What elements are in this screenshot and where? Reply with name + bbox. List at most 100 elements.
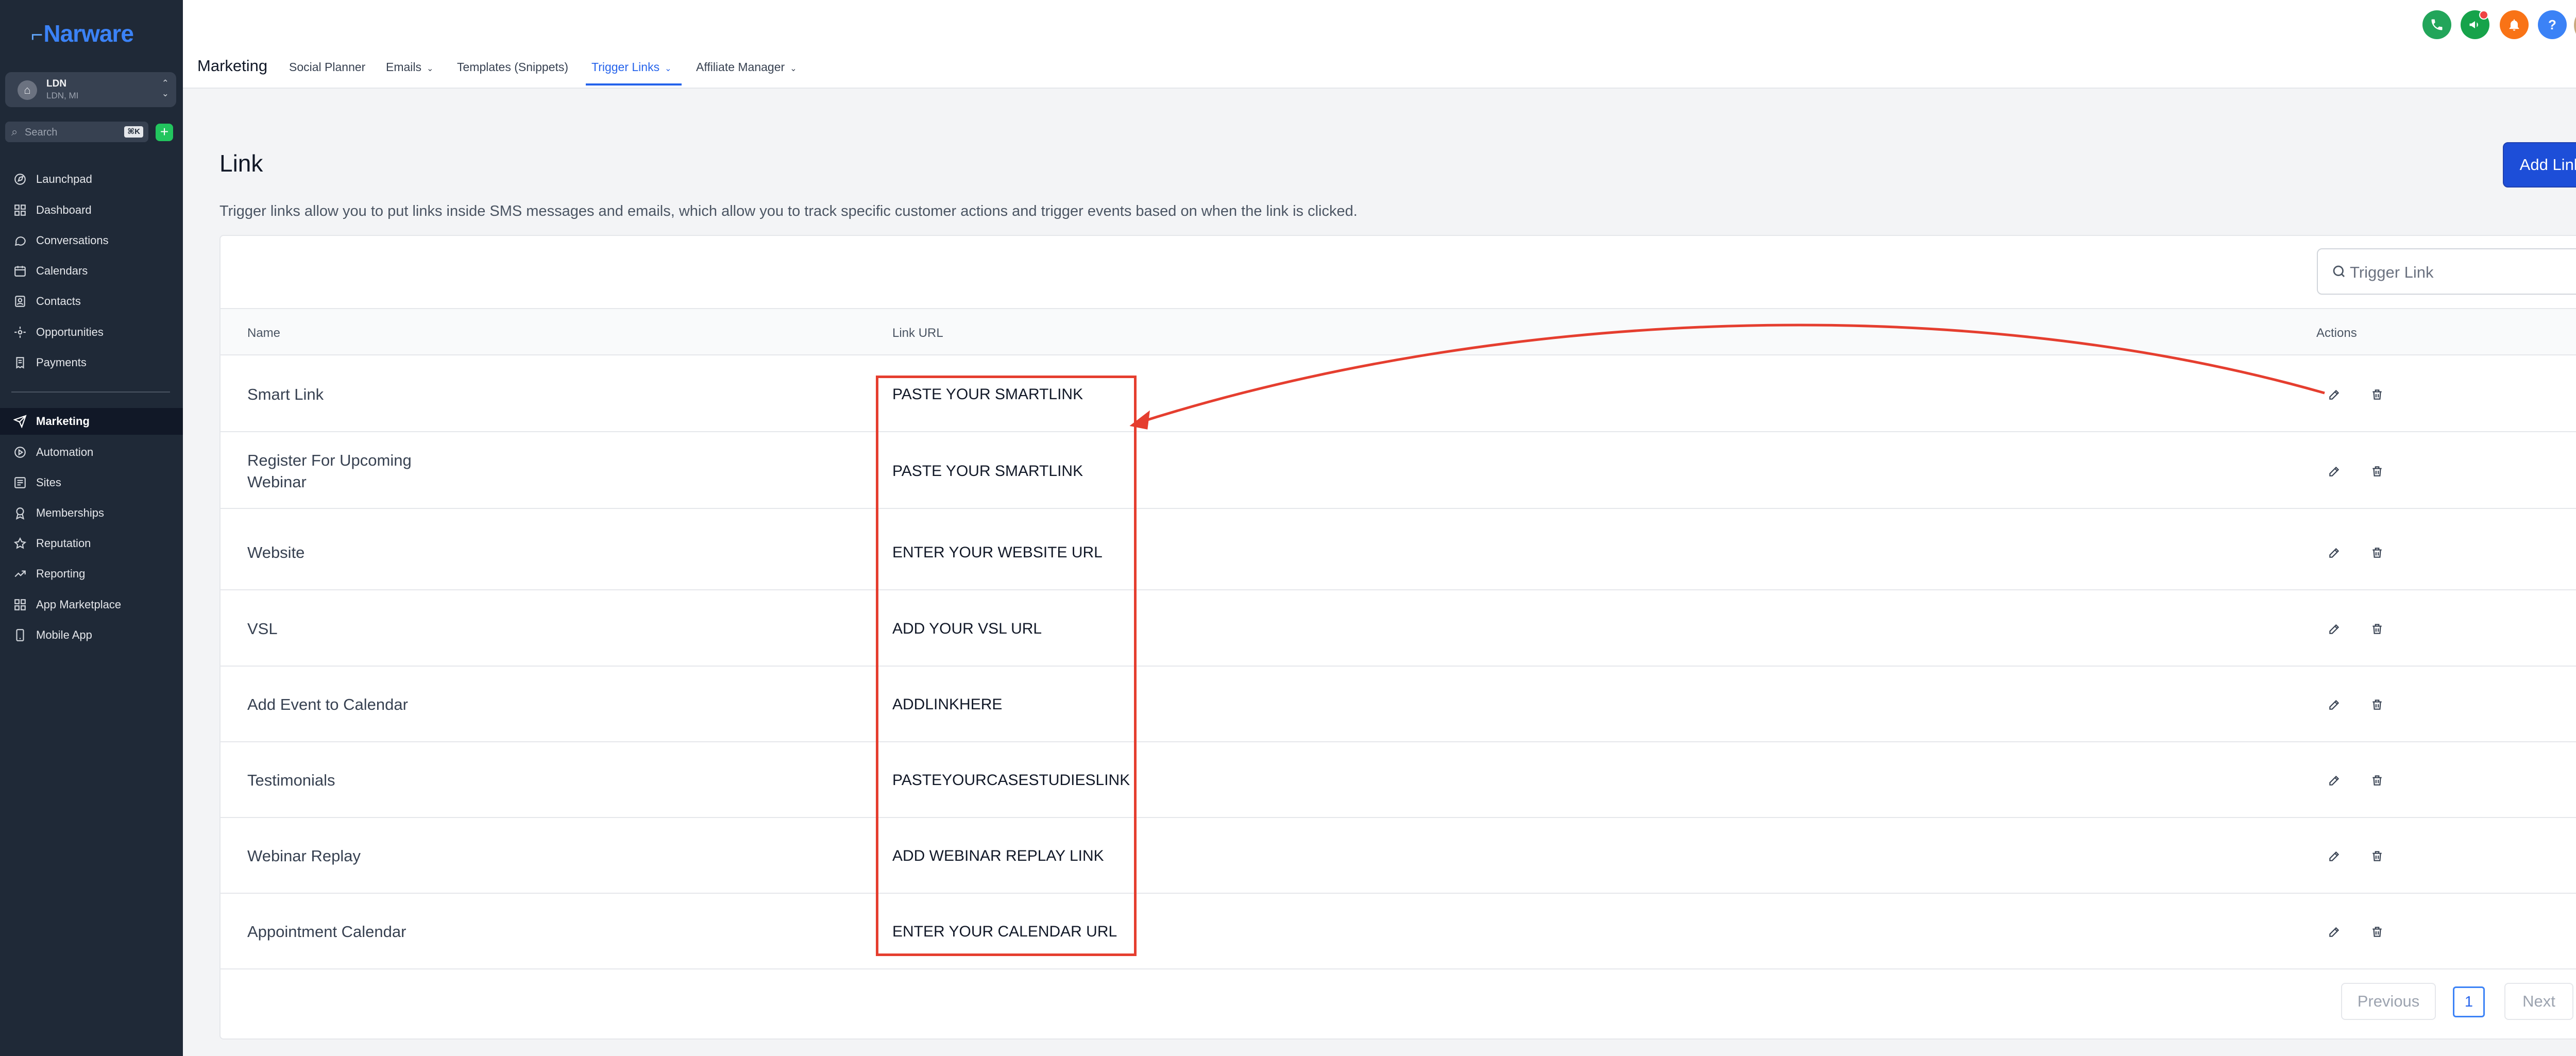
tab-affiliate-manager[interactable]: Affiliate Manager ⌄: [696, 60, 797, 74]
tab-emails[interactable]: Emails ⌄: [386, 60, 433, 74]
sidebar-item-sites[interactable]: Sites: [0, 469, 183, 496]
chart-icon: [12, 566, 28, 582]
sidebar-item-label: Launchpad: [36, 173, 92, 185]
tab-label: Social Planner: [289, 60, 366, 74]
sidebar-item-launchpad[interactable]: Launchpad: [0, 166, 183, 193]
sidebar-item-memberships[interactable]: Memberships: [0, 500, 183, 526]
sidebar-item-label: App Marketplace: [36, 598, 122, 611]
add-link-button[interactable]: Add Link: [2503, 142, 2576, 188]
sidebar-item-dashboard[interactable]: Dashboard: [0, 197, 183, 224]
edit-icon[interactable]: [2326, 544, 2343, 561]
trash-icon[interactable]: [2369, 924, 2385, 940]
search-placeholder: Trigger Link: [2350, 263, 2434, 281]
sidebar-item-label: Conversations: [36, 234, 109, 247]
tab-social-planner[interactable]: Social Planner: [289, 60, 365, 74]
pagination-page-1[interactable]: 1: [2453, 986, 2485, 1017]
dashboard-icon: [12, 202, 28, 218]
contacts-icon: [12, 294, 28, 309]
sidebar-item-contacts[interactable]: Contacts: [0, 288, 183, 315]
edit-icon[interactable]: [2326, 463, 2343, 480]
memberships-icon: [12, 505, 28, 521]
location-switcher[interactable]: ⌂ LDN LDN, MI ⌃ ⌄: [5, 72, 176, 107]
link-name: Register For Upcoming Webinar: [247, 451, 412, 491]
phone-icon: [2431, 19, 2443, 30]
sidebar-item-calendars[interactable]: Calendars: [0, 258, 183, 284]
chat-icon: [12, 233, 28, 248]
sidebar-item-app-marketplace[interactable]: App Marketplace: [0, 591, 183, 618]
shortcut-badge: ⌘K: [124, 126, 143, 138]
payments-icon: [12, 355, 28, 370]
sidebar-item-reputation[interactable]: Reputation: [0, 530, 183, 557]
sidebar-item-marketing[interactable]: Marketing: [0, 408, 183, 435]
pagination-next-button[interactable]: Next: [2504, 983, 2573, 1020]
phone-call-button[interactable]: [2422, 10, 2451, 39]
trash-icon[interactable]: [2369, 772, 2385, 789]
pagination-previous-button[interactable]: Previous: [2341, 983, 2436, 1020]
table-row: VSL ADD YOUR VSL URL: [221, 591, 2576, 667]
sidebar-item-label: Automation: [36, 446, 94, 458]
chevron-down-icon: ⌄: [665, 64, 672, 73]
edit-icon[interactable]: [2326, 848, 2343, 864]
tab-label: Emails: [386, 60, 422, 74]
link-name: Appointment Calendar: [247, 922, 406, 941]
rocket-icon: [12, 172, 28, 187]
link-name: Website: [247, 543, 305, 561]
sidebar-search[interactable]: ⌕ Search ⌘K: [5, 122, 148, 142]
annotation-highlight-box: [876, 376, 1137, 956]
trash-icon[interactable]: [2369, 696, 2385, 713]
trash-icon[interactable]: [2369, 463, 2385, 480]
sidebar-item-label: Memberships: [36, 506, 105, 519]
quick-add-button[interactable]: +: [156, 124, 173, 141]
link-name: Webinar Replay: [247, 846, 361, 865]
edit-icon[interactable]: [2326, 621, 2343, 637]
notifications-button[interactable]: [2500, 10, 2529, 39]
trigger-link-search-input[interactable]: Trigger Link: [2317, 248, 2576, 295]
sidebar-item-conversations[interactable]: Conversations: [0, 227, 183, 254]
tab-label: Trigger Links: [591, 60, 660, 74]
trash-icon[interactable]: [2369, 544, 2385, 561]
trash-icon[interactable]: [2369, 621, 2385, 637]
top-navigation-bar: Marketing Social Planner Emails ⌄ Templat…: [183, 0, 2576, 89]
sidebar-item-label: Dashboard: [36, 203, 92, 216]
edit-icon[interactable]: [2326, 696, 2343, 713]
announcements-button[interactable]: [2461, 10, 2489, 39]
sidebar-item-opportunities[interactable]: Opportunities: [0, 319, 183, 346]
sidebar-item-label: Calendars: [36, 264, 88, 277]
column-header-link-url: Link URL: [892, 326, 943, 340]
sidebar-item-reporting[interactable]: Reporting: [0, 560, 183, 587]
search-icon: ⌕: [11, 125, 18, 138]
section-title: Marketing: [197, 57, 268, 75]
brand-logo[interactable]: ⌐Narware: [31, 20, 134, 47]
automation-icon: [12, 445, 28, 460]
tab-templates-snippets[interactable]: Templates (Snippets): [457, 60, 568, 74]
brand-name: Narware: [43, 20, 134, 47]
sidebar-search-placeholder: Search: [25, 127, 58, 138]
sidebar-item-label: Contacts: [36, 295, 81, 308]
user-avatar[interactable]: EK: [2574, 6, 2576, 44]
active-tab-indicator: [586, 83, 682, 86]
edit-icon[interactable]: [2326, 924, 2343, 940]
edit-icon[interactable]: [2326, 772, 2343, 789]
chevron-down-icon: ⌄: [790, 64, 797, 73]
help-button[interactable]: ?: [2538, 10, 2567, 39]
sidebar-item-mobile-app[interactable]: Mobile App: [0, 622, 183, 649]
sidebar-item-payments[interactable]: Payments: [0, 349, 183, 376]
trash-icon[interactable]: [2369, 848, 2385, 864]
sidebar-item-label: Reputation: [36, 537, 91, 550]
edit-icon[interactable]: [2326, 386, 2343, 403]
table-row: Smart Link PASTE YOUR SMARTLINK: [221, 356, 2576, 432]
table-row: Appointment Calendar ENTER YOUR CALENDAR…: [221, 894, 2576, 969]
column-header-actions: Actions: [2316, 326, 2357, 340]
table-header: Name Link URL Actions: [221, 308, 2576, 355]
opportunities-icon: [12, 325, 28, 340]
sidebar-item-label: Reporting: [36, 567, 86, 580]
notification-dot: [2479, 10, 2488, 20]
tab-trigger-links[interactable]: Trigger Links ⌄: [591, 60, 672, 74]
sidebar-item-automation[interactable]: Automation: [0, 439, 183, 466]
sidebar-item-label: Opportunities: [36, 326, 104, 338]
link-name: Smart Link: [247, 385, 324, 403]
column-header-name: Name: [247, 326, 281, 340]
trash-icon[interactable]: [2369, 386, 2385, 403]
page-title: Link: [219, 150, 263, 177]
sidebar-item-label: Mobile App: [36, 628, 92, 641]
